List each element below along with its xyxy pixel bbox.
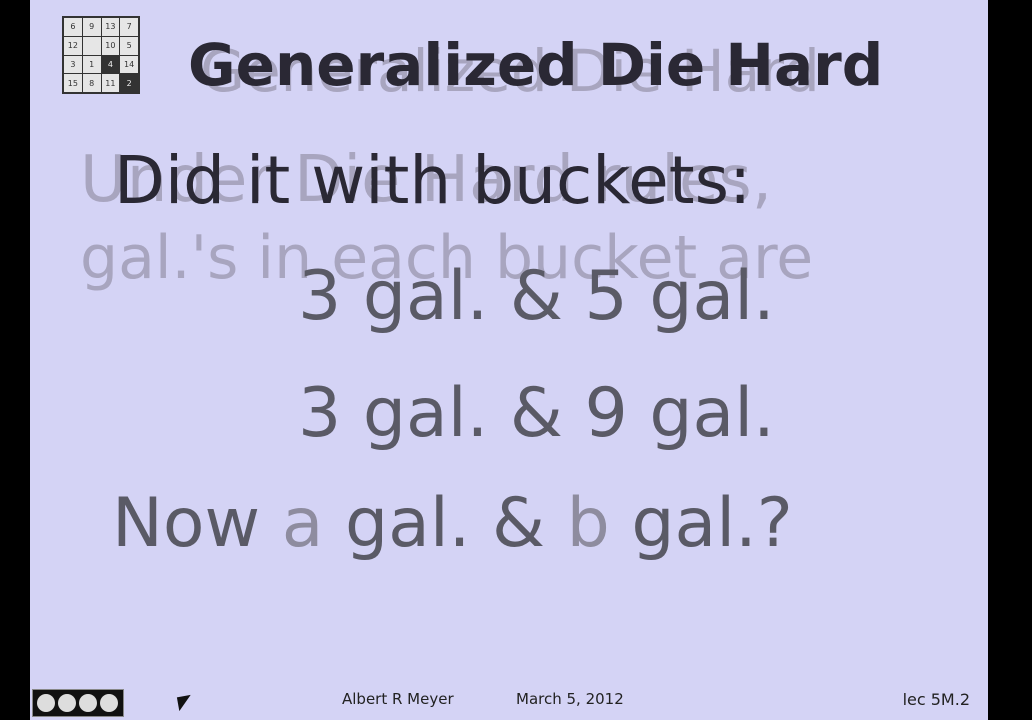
footer-author: Albert R Meyer	[342, 690, 454, 708]
logo-cell: 11	[101, 74, 120, 92]
logo-cell: 2	[120, 74, 138, 92]
footer-lecture: lec 5M.2	[902, 690, 970, 709]
line3-b: b	[566, 484, 610, 563]
creative-commons-icon	[32, 689, 124, 717]
logo-cell: 5	[120, 36, 138, 55]
by-icon	[58, 694, 76, 712]
line3-prefix: Now	[112, 484, 282, 563]
slide-footer: Albert R Meyer March 5, 2012 lec 5M.2	[30, 680, 988, 720]
footer-date: March 5, 2012	[516, 690, 624, 708]
logo-cell: 7	[120, 18, 138, 36]
logo-cell-blank	[82, 36, 101, 55]
line3-mid: gal. &	[323, 484, 567, 563]
bucket-line-3: Now a gal. & b gal.?	[112, 490, 793, 558]
slide: 6 9 13 7 12 10 5 3 1 4 14 15 8 11 2 Gene…	[30, 0, 988, 720]
line3-a: a	[281, 484, 324, 563]
bucket-line-1: 3 gal. & 5 gal.	[298, 257, 775, 336]
logo-cell: 8	[82, 74, 101, 92]
logo-cell: 1	[82, 55, 101, 74]
logo-cell: 13	[101, 18, 120, 36]
did-it-heading: Did it with buckets:	[114, 142, 752, 219]
logo-cell: 15	[64, 74, 82, 92]
logo-cell: 4	[101, 55, 120, 74]
slide-title: Generalized Die Hard	[188, 31, 884, 99]
logo-cell: 3	[64, 55, 82, 74]
nc-icon	[79, 694, 97, 712]
logo-cell: 10	[101, 36, 120, 55]
logo-cell: 14	[120, 55, 138, 74]
logo-cell: 12	[64, 36, 82, 55]
puzzle-logo: 6 9 13 7 12 10 5 3 1 4 14 15 8 11 2	[62, 16, 140, 94]
logo-cell: 9	[82, 18, 101, 36]
cc-icon	[37, 694, 55, 712]
pointer-cursor-icon	[176, 694, 194, 712]
line3-suffix: gal.?	[609, 484, 793, 563]
bucket-line-2: 3 gal. & 9 gal.	[298, 374, 775, 453]
sa-icon	[100, 694, 118, 712]
logo-cell: 6	[64, 18, 82, 36]
